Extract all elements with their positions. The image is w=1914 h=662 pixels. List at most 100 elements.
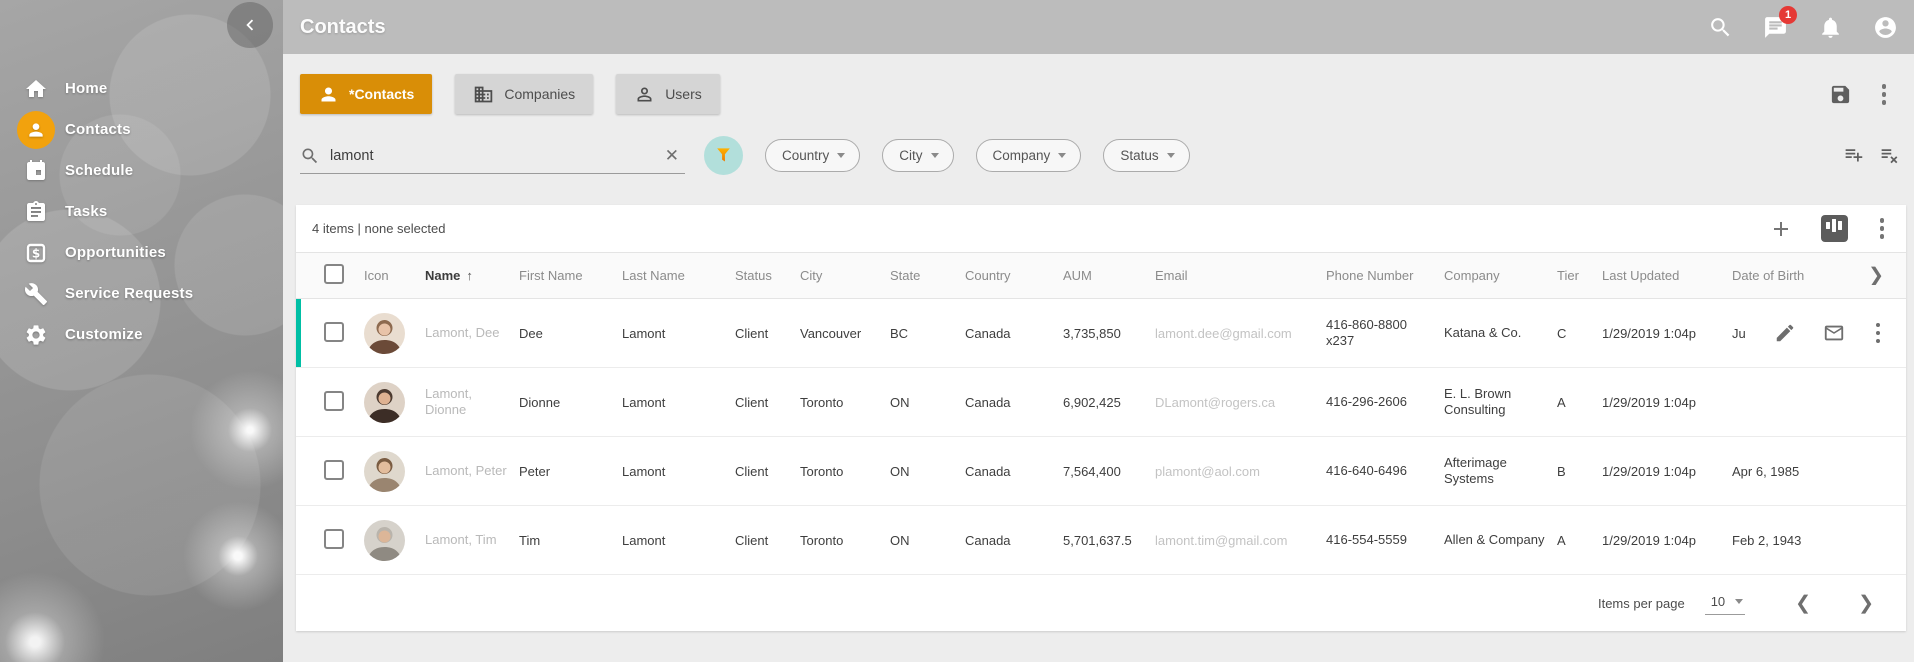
tab-companies[interactable]: Companies — [455, 74, 593, 114]
notifications-bell-icon[interactable] — [1817, 14, 1843, 40]
save-view-button[interactable] — [1829, 83, 1852, 106]
table-row[interactable]: Lamont, Tim Tim Lamont Client Toronto ON… — [296, 506, 1906, 575]
cell-last-name: Lamont — [622, 464, 735, 479]
chart-view-button[interactable] — [1821, 215, 1848, 242]
cell-city: Toronto — [800, 464, 890, 479]
person-outline-icon — [634, 84, 655, 105]
cell-country: Canada — [965, 395, 1063, 410]
search-icon — [300, 146, 320, 166]
col-header-state[interactable]: State — [890, 268, 965, 283]
row-checkbox[interactable] — [324, 322, 344, 342]
items-per-page-value: 10 — [1711, 594, 1725, 609]
col-header-company[interactable]: Company — [1444, 268, 1557, 283]
list-overflow-menu-button[interactable] — [1876, 216, 1889, 241]
email-contact-button[interactable] — [1823, 322, 1845, 344]
contacts-icon — [17, 111, 55, 149]
chip-label: City — [899, 148, 922, 163]
add-contact-button[interactable] — [1769, 217, 1793, 241]
table-footer: Items per page 10 ❮ ❯ — [296, 575, 1906, 631]
row-overflow-menu-button[interactable] — [1872, 321, 1885, 346]
page-overflow-menu-button[interactable] — [1878, 82, 1891, 107]
col-header-last-name[interactable]: Last Name — [622, 268, 735, 283]
search-icon[interactable] — [1707, 14, 1733, 40]
items-per-page-select[interactable]: 10 — [1705, 592, 1745, 615]
cell-last-name: Lamont — [622, 395, 735, 410]
sidebar-item-customize[interactable]: Customize — [0, 314, 283, 355]
sidebar-item-schedule[interactable]: Schedule — [0, 150, 283, 191]
clipboard-icon — [17, 193, 55, 231]
tab-contacts[interactable]: *Contacts — [300, 74, 432, 114]
sidebar-item-tasks[interactable]: Tasks — [0, 191, 283, 232]
wrench-icon — [17, 275, 55, 313]
filter-chip-city[interactable]: City — [882, 139, 953, 172]
cell-tier: A — [1557, 395, 1602, 410]
sidebar-item-label: Service Requests — [65, 285, 193, 302]
table-header-row: Icon Name↑ First Name Last Name Status C… — [296, 253, 1906, 299]
sidebar-item-opportunities[interactable]: $ Opportunities — [0, 232, 283, 273]
cell-name: Lamont, Dee — [425, 325, 519, 342]
cell-country: Canada — [965, 533, 1063, 548]
table-row[interactable]: Lamont, Peter Peter Lamont Client Toront… — [296, 437, 1906, 506]
cell-state: ON — [890, 395, 965, 410]
cell-state: ON — [890, 464, 965, 479]
table-row[interactable]: Lamont, Dionne Dionne Lamont Client Toro… — [296, 368, 1906, 437]
row-checkbox[interactable] — [324, 460, 344, 480]
cell-name: Lamont, Dionne — [425, 386, 519, 419]
col-header-dob[interactable]: Date of Birth — [1732, 268, 1864, 283]
account-icon[interactable] — [1872, 14, 1898, 40]
remove-from-list-button[interactable] — [1879, 144, 1900, 165]
items-summary: 4 items | none selected — [312, 221, 445, 236]
col-header-tier[interactable]: Tier — [1557, 268, 1602, 283]
cell-status: Client — [735, 326, 800, 341]
col-header-aum[interactable]: AUM — [1063, 268, 1155, 283]
sidebar-item-label: Home — [65, 80, 107, 97]
cell-state: BC — [890, 326, 965, 341]
cell-phone: 416-860-8800 x237 — [1326, 317, 1444, 350]
sidebar-item-service-requests[interactable]: Service Requests — [0, 273, 283, 314]
edit-contact-button[interactable] — [1774, 322, 1796, 344]
col-header-name[interactable]: Name↑ — [425, 268, 519, 283]
next-page-button[interactable]: ❯ — [1858, 594, 1874, 613]
cell-first-name: Peter — [519, 464, 622, 479]
row-hover-actions — [1768, 299, 1885, 367]
svg-text:$: $ — [32, 246, 40, 260]
col-header-city[interactable]: City — [800, 268, 890, 283]
col-header-status[interactable]: Status — [735, 268, 800, 283]
sidebar-item-contacts[interactable]: Contacts — [0, 109, 283, 150]
col-header-icon: Icon — [364, 268, 425, 283]
cell-email: lamont.tim@gmail.com — [1155, 533, 1326, 548]
filter-chip-status[interactable]: Status — [1103, 139, 1189, 172]
cell-tier: C — [1557, 326, 1602, 341]
col-header-phone[interactable]: Phone Number — [1326, 268, 1444, 283]
cell-name: Lamont, Tim — [425, 532, 519, 549]
col-header-email[interactable]: Email — [1155, 268, 1326, 283]
cell-tier: B — [1557, 464, 1602, 479]
table-row[interactable]: Lamont, Dee Dee Lamont Client Vancouver … — [296, 299, 1906, 368]
chip-label: Country — [782, 148, 829, 163]
tab-users[interactable]: Users — [616, 74, 720, 114]
search-filter-row: ✕ Country City Company Status — [300, 138, 1914, 176]
funnel-icon — [714, 146, 733, 165]
scroll-columns-right-icon[interactable]: ❯ — [1868, 266, 1884, 285]
dollar-box-icon: $ — [17, 234, 55, 272]
row-checkbox[interactable] — [324, 529, 344, 549]
clear-search-icon[interactable]: ✕ — [659, 146, 685, 166]
messages-icon[interactable]: 1 — [1762, 14, 1788, 40]
cell-email: plamont@aol.com — [1155, 464, 1326, 479]
search-input[interactable] — [330, 148, 659, 164]
cell-email: DLamont@rogers.ca — [1155, 395, 1326, 410]
add-to-list-button[interactable] — [1843, 144, 1864, 165]
row-checkbox[interactable] — [324, 391, 344, 411]
col-header-first-name[interactable]: First Name — [519, 268, 622, 283]
chevron-down-icon — [1735, 599, 1743, 604]
col-header-last-updated[interactable]: Last Updated — [1602, 268, 1732, 283]
filter-chip-country[interactable]: Country — [765, 139, 860, 172]
filter-toggle-button[interactable] — [704, 136, 743, 175]
sidebar-collapse-button[interactable] — [227, 2, 273, 48]
filter-chip-company[interactable]: Company — [976, 139, 1082, 172]
col-header-country[interactable]: Country — [965, 268, 1063, 283]
cell-tier: A — [1557, 533, 1602, 548]
previous-page-button[interactable]: ❮ — [1795, 594, 1811, 613]
sidebar-item-home[interactable]: Home — [0, 68, 283, 109]
select-all-checkbox[interactable] — [324, 264, 344, 284]
